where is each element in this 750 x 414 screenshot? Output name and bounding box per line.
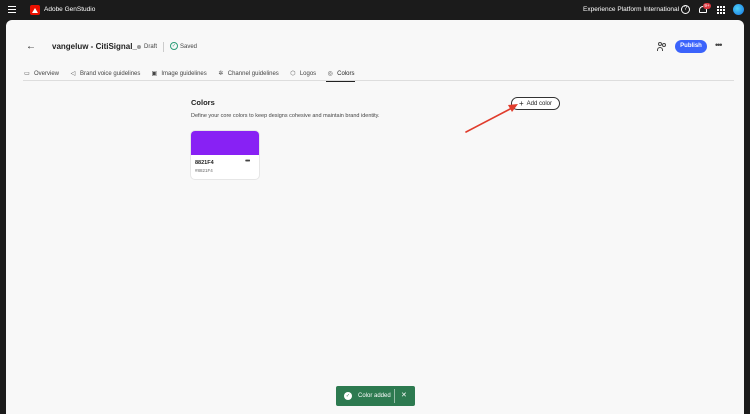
collaborators-icon[interactable]: [657, 42, 667, 51]
toast-notification: ✓ Color added ✕: [336, 386, 415, 406]
palette-icon: ◎: [327, 70, 333, 77]
image-icon: ▣: [151, 70, 158, 77]
help-icon[interactable]: ?: [681, 5, 690, 14]
color-name: 8821F4: [195, 160, 214, 166]
add-color-label: Add color: [526, 100, 553, 107]
hamburger-menu-icon[interactable]: [8, 6, 16, 13]
tab-label: Overview: [34, 71, 60, 77]
main-panel: ← vangeluw - CitiSignal_ Draft ✓ Saved P…: [6, 20, 744, 414]
success-check-icon: ✓: [344, 392, 352, 400]
toast-close-icon[interactable]: ✕: [401, 391, 407, 401]
back-arrow-icon[interactable]: ←: [26, 42, 36, 52]
user-avatar[interactable]: [733, 4, 744, 15]
draft-status-label: Draft: [144, 44, 158, 50]
colors-section-title: Colors: [191, 98, 215, 107]
tabs-divider: [23, 80, 734, 81]
color-swatch: [191, 131, 259, 155]
tab-brand-voice[interactable]: ◁ Brand voice guidelines: [69, 68, 141, 80]
overview-icon: ▭: [24, 70, 30, 77]
draft-status-dot: [137, 45, 141, 49]
app-name: Adobe GenStudio: [44, 6, 96, 13]
adobe-logo-icon: [30, 5, 40, 15]
tab-overview[interactable]: ▭ Overview: [23, 68, 59, 80]
app-switcher-icon[interactable]: [717, 6, 725, 14]
megaphone-icon: ◁: [70, 70, 76, 77]
saved-status-label: Saved: [180, 44, 198, 50]
color-card[interactable]: 8821F4 #8821F4 •••: [191, 131, 259, 179]
card-more-options-icon[interactable]: •••: [245, 158, 250, 166]
logo-icon: ⬡: [290, 70, 296, 77]
page-title: vangeluw - CitiSignal_: [52, 42, 137, 51]
tab-label: Colors: [337, 71, 355, 77]
top-bar: Adobe GenStudio Experience Platform Inte…: [0, 0, 750, 20]
tab-label: Channel guidelines: [227, 71, 279, 77]
tab-label: Image guidelines: [161, 71, 207, 77]
toast-message: Color added: [358, 393, 391, 399]
color-hex-value: #8821F4: [195, 168, 213, 173]
tab-label: Brand voice guidelines: [80, 71, 141, 77]
channel-icon: ✲: [218, 70, 224, 77]
tab-colors[interactable]: ◎ Colors: [326, 68, 355, 82]
tab-bar: ▭ Overview ◁ Brand voice guidelines ▣ Im…: [23, 68, 365, 82]
annotation-arrow-icon: [465, 104, 518, 133]
org-switcher[interactable]: Experience Platform International: [583, 5, 679, 15]
saved-check-icon: ✓: [170, 42, 178, 50]
tab-image-guidelines[interactable]: ▣ Image guidelines: [150, 68, 207, 80]
tab-channel-guidelines[interactable]: ✲ Channel guidelines: [217, 68, 279, 80]
header-divider: [163, 42, 164, 52]
notification-badge: 9+: [703, 3, 711, 9]
publish-button[interactable]: Publish: [675, 40, 707, 53]
more-options-icon[interactable]: •••: [715, 41, 723, 50]
toast-divider: [394, 389, 395, 403]
colors-section-description: Define your core colors to keep designs …: [191, 113, 380, 119]
tab-label: Logos: [299, 71, 317, 77]
tab-logos[interactable]: ⬡ Logos: [289, 68, 316, 80]
